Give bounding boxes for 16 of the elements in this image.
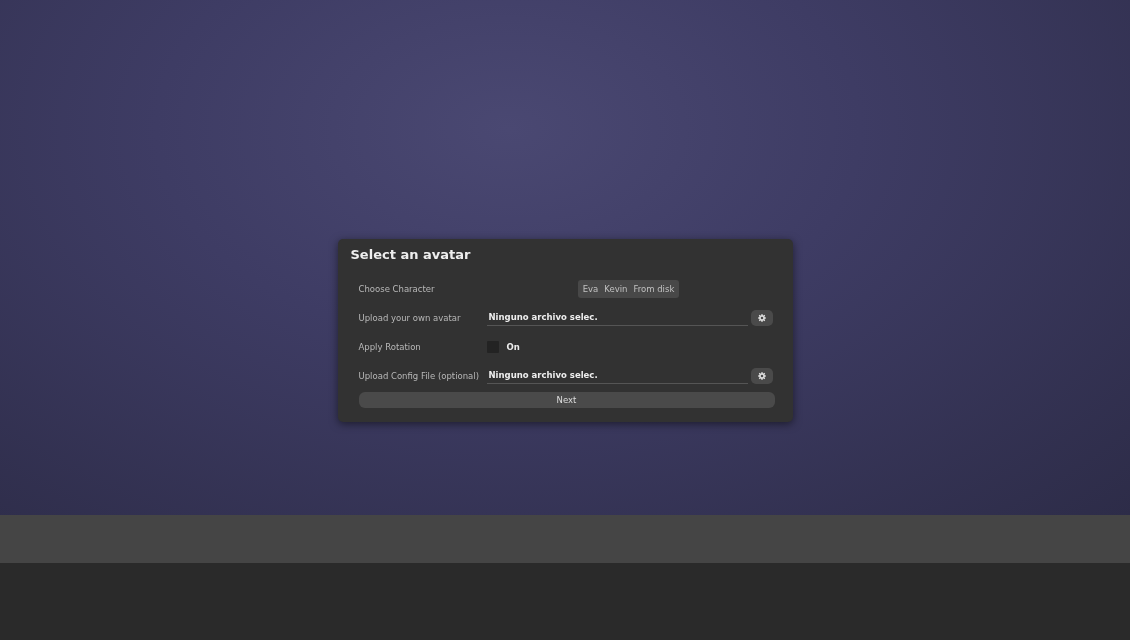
dialog-title: Select an avatar [350,247,472,262]
next-button[interactable]: Next [358,392,775,408]
settings-icon [757,313,766,322]
settings-button[interactable] [750,367,773,384]
character-option[interactable]: From disk [631,281,677,296]
field-label: Upload Config File (optional) [358,370,480,381]
character-option[interactable]: Kevin [602,281,630,296]
field-label: Apply Rotation [358,341,422,352]
settings-button[interactable] [750,309,773,326]
file-field[interactable]: Ninguno archivo selec. [486,367,748,384]
settings-icon [757,371,766,380]
file-field[interactable]: Ninguno archivo selec. [486,309,748,326]
checkbox-label: On [506,341,520,352]
character-option[interactable]: Eva [580,281,601,296]
field-label: Upload your own avatar [358,312,462,323]
field-label: Choose Character [358,283,436,294]
